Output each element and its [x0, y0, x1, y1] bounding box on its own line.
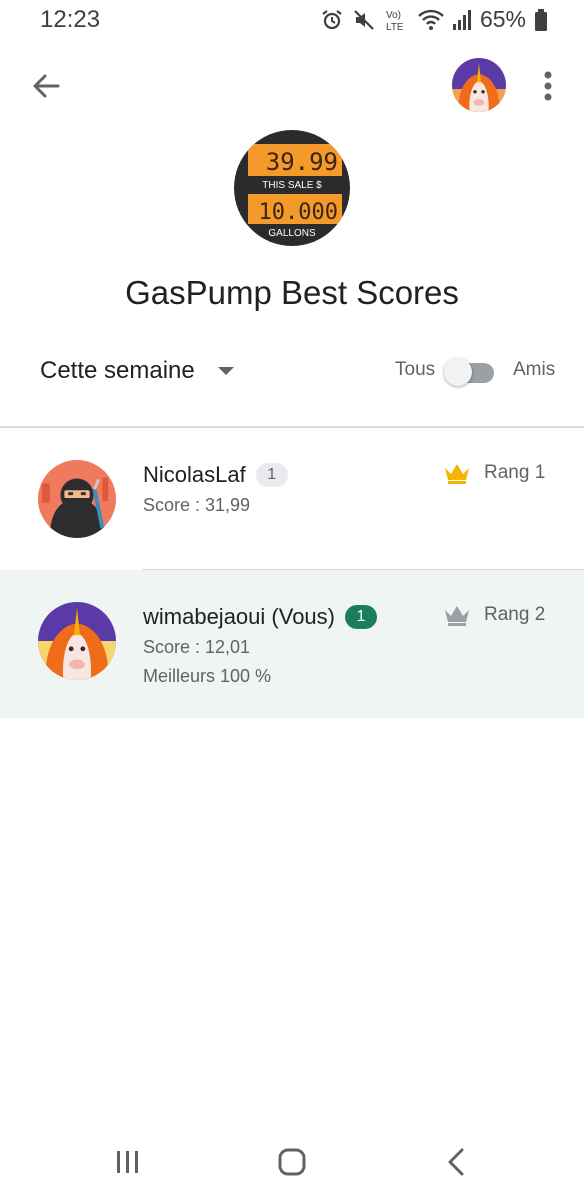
- toggle-friends-label: Amis: [513, 359, 556, 380]
- unicorn-avatar-icon: [38, 602, 116, 680]
- leaderboard-row-self[interactable]: wimabejaoui (Vous) 1 Score : 12,01 Meill…: [0, 570, 584, 718]
- status-time: 12:23: [40, 6, 101, 33]
- more-options-button[interactable]: [532, 64, 564, 108]
- rank-text: Rang 1: [484, 462, 546, 483]
- home-icon: [278, 1148, 306, 1176]
- level-badge: 1: [344, 605, 377, 629]
- player-avatar: [38, 460, 116, 538]
- back-button[interactable]: [24, 64, 68, 108]
- crown-icon: [445, 464, 469, 484]
- recents-icon: [117, 1151, 138, 1173]
- gallons-value: 10.000: [259, 200, 338, 225]
- mute-icon: [352, 8, 376, 32]
- app-bar: [0, 50, 584, 118]
- status-bar: 12:23 Vo) LTE 65%: [0, 0, 584, 44]
- player-name-line: NicolasLaf 1: [143, 462, 288, 488]
- crown-icon: [445, 606, 469, 626]
- profile-avatar[interactable]: [452, 58, 506, 112]
- ninja-avatar-icon: [38, 460, 116, 538]
- rank-area: Rang 1: [444, 462, 545, 484]
- dropdown-arrow-icon: [217, 367, 234, 375]
- player-score: Score : 12,01: [143, 637, 251, 657]
- sale-label: THIS SALE $: [262, 180, 322, 191]
- sale-value: 39.99: [266, 148, 338, 176]
- period-dropdown[interactable]: Cette semaine: [28, 346, 247, 396]
- toggle-all-label: Tous: [395, 359, 436, 380]
- friends-toggle[interactable]: [444, 357, 496, 387]
- filter-row: Cette semaine Tous Amis: [0, 340, 584, 402]
- alarm-icon: [320, 8, 344, 32]
- wifi-icon: [418, 9, 444, 31]
- back-icon: [448, 1148, 464, 1176]
- player-name-line: wimabejaoui (Vous) 1: [143, 604, 377, 630]
- signal-icon: [452, 9, 472, 31]
- player-score: Score : 31,99: [143, 495, 251, 515]
- period-label: Cette semaine: [40, 357, 195, 384]
- gallons-label: GALLONS: [268, 228, 316, 239]
- player-avatar: [38, 602, 116, 680]
- player-name: wimabejaoui (Vous): [143, 604, 335, 629]
- recents-button[interactable]: [98, 1140, 158, 1184]
- svg-text:LTE: LTE: [386, 22, 404, 33]
- rank-text: Rang 2: [484, 604, 546, 625]
- battery-icon: [534, 8, 548, 32]
- volte-icon: Vo) LTE: [384, 7, 410, 33]
- player-name: NicolasLaf: [143, 462, 246, 487]
- battery-percent: 65%: [479, 6, 526, 32]
- page-title: GasPump Best Scores: [125, 274, 459, 311]
- game-icon: 39.99 THIS SALE $ 10.000 GALLONS: [234, 130, 350, 246]
- system-nav-bar: [0, 1130, 584, 1194]
- more-vert-icon: [544, 71, 552, 101]
- nav-back-button[interactable]: [426, 1140, 486, 1184]
- home-button[interactable]: [262, 1140, 322, 1184]
- arrow-back-icon: [33, 74, 60, 98]
- leaderboard-row[interactable]: NicolasLaf 1 Score : 31,99 Rang 1: [0, 428, 584, 570]
- svg-text:Vo): Vo): [386, 10, 401, 21]
- player-percentile: Meilleurs 100 %: [143, 666, 272, 686]
- status-icons: Vo) LTE 65%: [320, 6, 548, 33]
- unicorn-avatar-icon: [452, 58, 506, 112]
- rank-area: Rang 2: [444, 604, 545, 626]
- level-badge: 1: [255, 463, 288, 487]
- toggle-thumb: [444, 358, 472, 386]
